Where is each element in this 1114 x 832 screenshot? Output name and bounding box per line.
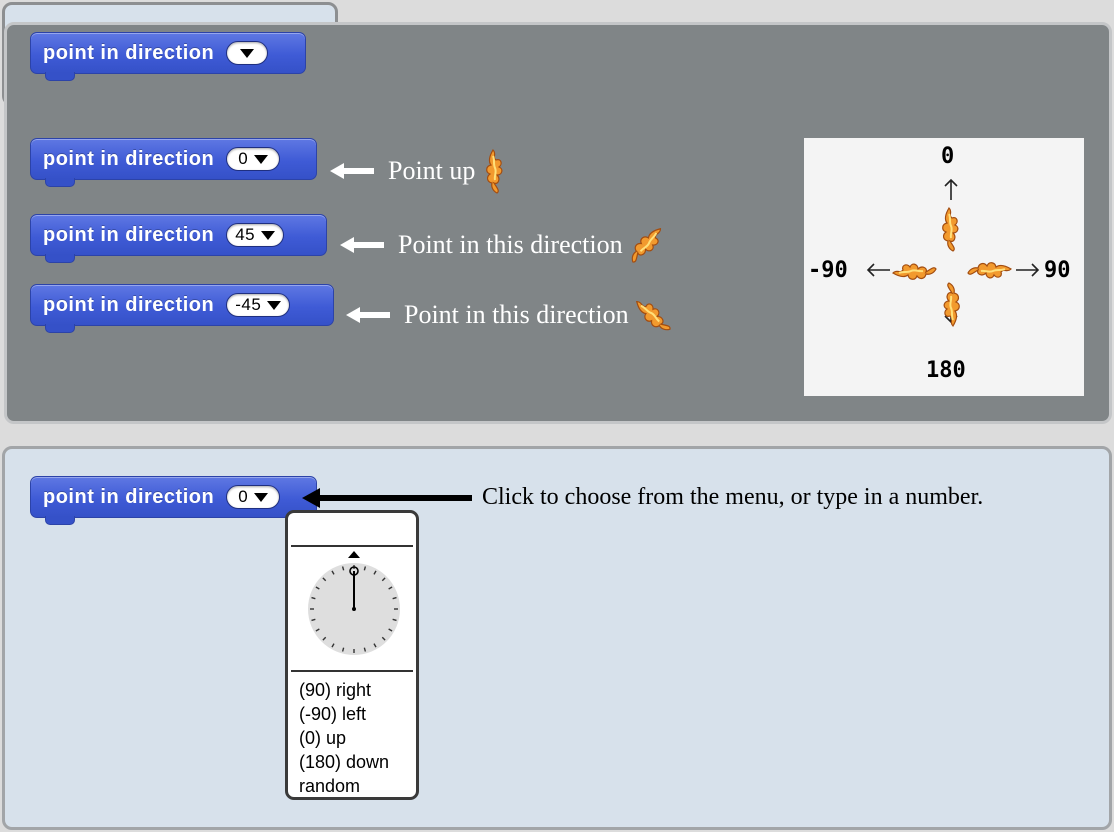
arrow-left-icon <box>330 163 374 179</box>
example-block-2[interactable]: point in direction -45 <box>30 284 334 333</box>
slot-value: -45 <box>235 295 262 314</box>
menu-item-down[interactable]: (180) down <box>299 750 389 774</box>
dragon-sprite-icon <box>481 148 509 194</box>
menu-item-right[interactable]: (90) right <box>299 678 389 702</box>
direction-dial[interactable] <box>299 551 409 661</box>
direction-diagram: 0 90 180 -90 <box>804 138 1084 396</box>
pointer-arrow-icon <box>302 488 472 508</box>
note-text: Point up <box>388 156 476 185</box>
dropdown-triangle-icon[interactable] <box>261 230 276 240</box>
example-note-1: Point in this direction <box>340 222 661 268</box>
menu-item-up[interactable]: (0) up <box>299 726 389 750</box>
block-label: point in direction <box>43 41 215 64</box>
slot-value: 45 <box>235 225 256 244</box>
example-note-2: Point in this direction <box>346 292 667 338</box>
dropdown-triangle-icon[interactable] <box>240 48 255 58</box>
dropdown-triangle-icon[interactable] <box>254 492 269 502</box>
title-block[interactable]: point in direction <box>30 32 306 81</box>
example-note-0: Point up <box>330 148 509 194</box>
dropdown-triangle-icon[interactable] <box>267 300 282 310</box>
dragon-sprite-icon <box>941 207 959 252</box>
menu-divider <box>291 545 413 547</box>
block-label: point in direction <box>43 293 215 316</box>
direction-slot[interactable]: 0 <box>226 485 281 509</box>
slot-value: 0 <box>238 487 249 506</box>
arrow-left-icon <box>340 237 384 253</box>
menu-item-random[interactable]: random <box>299 774 389 798</box>
menu-items: (90) right (-90) left (0) up (180) down … <box>299 678 389 798</box>
dragon-sprite-icon <box>943 282 961 327</box>
note-text: Point in this direction <box>398 230 623 259</box>
instruction-text: Click to choose from the menu, or type i… <box>482 484 984 510</box>
arrow-left-icon <box>346 307 390 323</box>
dropdown-triangle-icon[interactable] <box>254 154 269 164</box>
block-label: point in direction <box>43 223 215 246</box>
block-label: point in direction <box>43 485 215 508</box>
example-block-0[interactable]: point in direction 0 <box>30 138 317 187</box>
example-block-1[interactable]: point in direction 45 <box>30 214 327 263</box>
interactive-block[interactable]: point in direction 0 <box>30 476 317 525</box>
direction-slot[interactable]: 45 <box>226 223 285 247</box>
menu-item-left[interactable]: (-90) left <box>299 702 389 726</box>
direction-slot[interactable]: -45 <box>226 293 291 317</box>
note-text: Point in this direction <box>404 300 629 329</box>
direction-arrows <box>866 178 1040 327</box>
dragon-sprite-icon <box>967 261 1012 279</box>
block-label: point in direction <box>43 147 215 170</box>
slot-value: 0 <box>238 149 249 168</box>
direction-menu[interactable]: (90) right (-90) left (0) up (180) down … <box>285 510 419 800</box>
dragon-sprite-icon <box>892 263 937 281</box>
direction-slot[interactable]: 0 <box>226 147 281 171</box>
direction-slot[interactable] <box>226 41 269 65</box>
menu-divider <box>291 670 413 672</box>
